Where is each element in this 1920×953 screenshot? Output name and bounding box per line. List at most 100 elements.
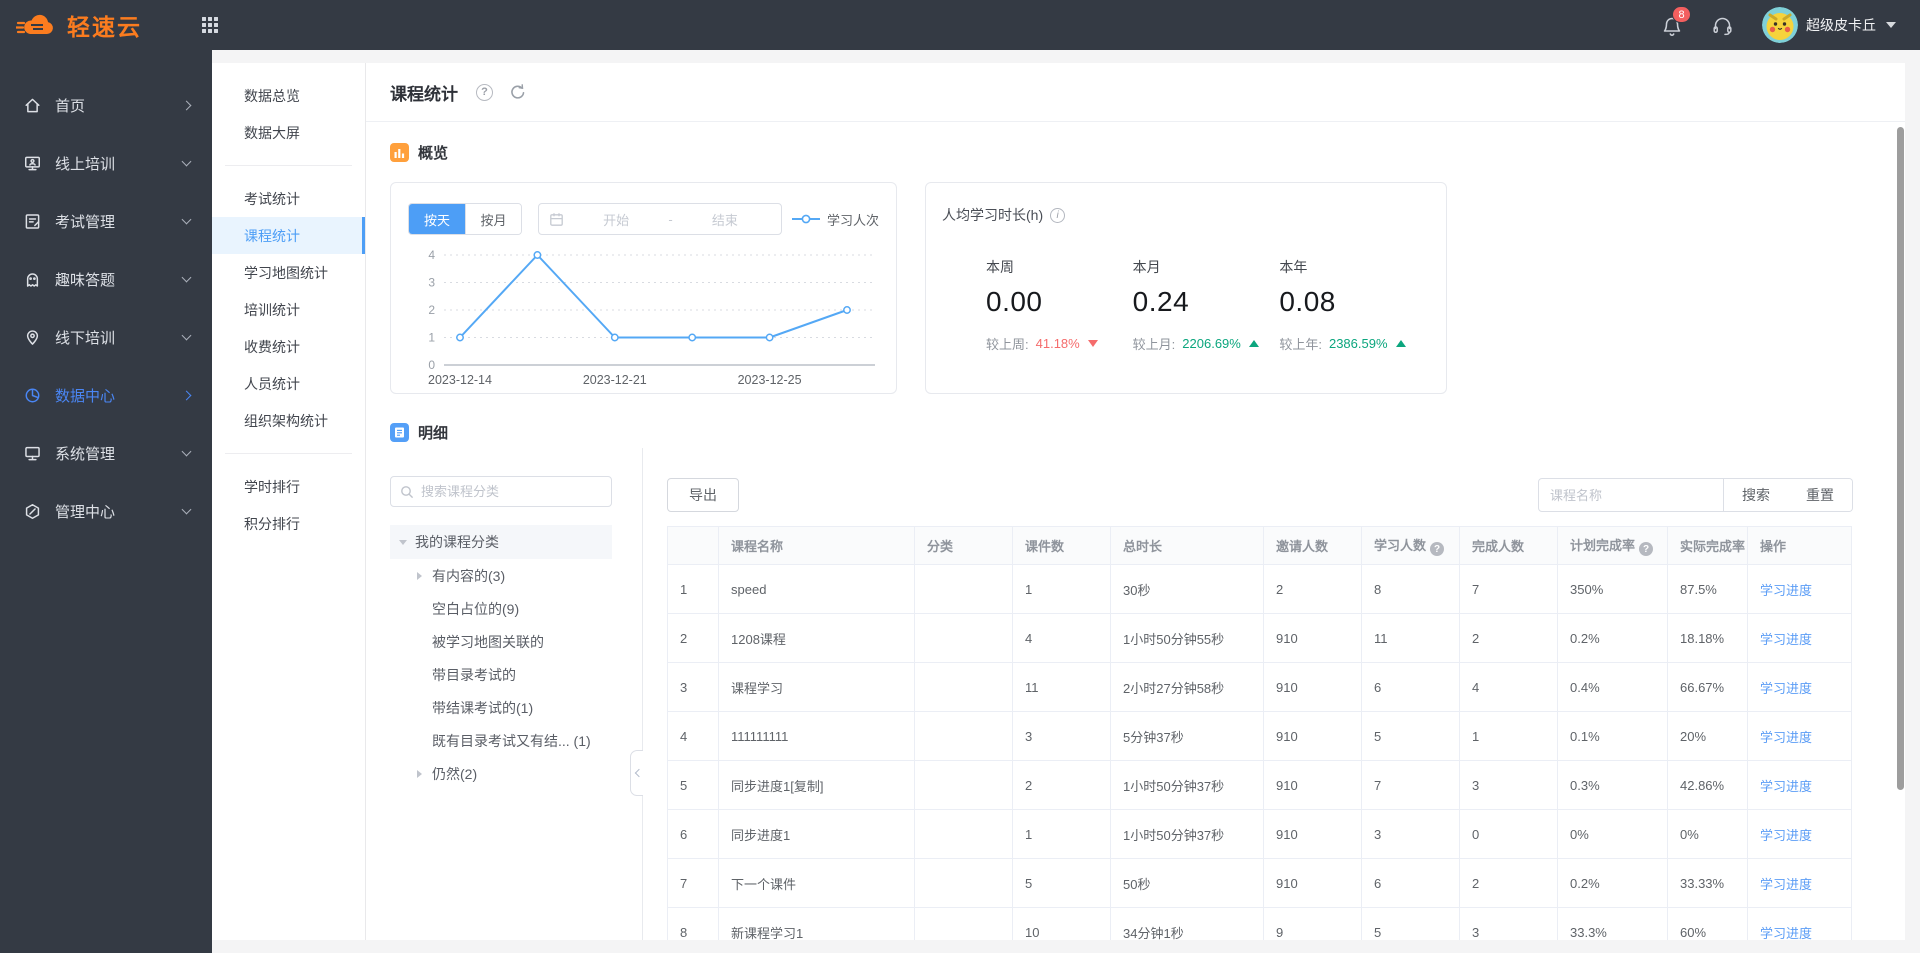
subnav-item[interactable]: 课程统计 [212,217,365,254]
caret-right-icon [417,572,422,580]
tree-item[interactable]: 有内容的(3) [390,559,612,592]
app-logo[interactable]: 轻速云 [0,8,186,42]
subnav-item[interactable]: 收费统计 [212,328,365,365]
svg-text:0: 0 [428,358,435,372]
column-header: 学习人数? [1361,526,1460,565]
overview-cards: 按天 按月 开始 - 结束 学习人次 0 1 2 3 4 2023-12-14 … [390,182,1905,394]
cell-index: 2 [667,613,719,663]
subnav-item[interactable]: 积分排行 [212,505,365,542]
subnav-item[interactable]: 人员统计 [212,365,365,402]
learning-progress-link[interactable]: 学习进度 [1760,779,1812,794]
sidebar-item[interactable]: 线上培训 [0,134,212,192]
tree-root-node[interactable]: 我的课程分类 [390,525,612,559]
cell-action: 学习进度 [1747,809,1852,859]
cell-learners: 6 [1361,662,1460,712]
tree-item[interactable]: 仍然(2) [390,757,612,790]
user-caret-icon [1886,22,1896,28]
tree-item[interactable]: 空白占位的(9) [390,592,612,625]
cell-completed: 3 [1459,760,1558,810]
subnav-item[interactable]: 学习地图统计 [212,254,365,291]
column-header: 实际完成率? [1667,526,1748,565]
cell-action: 学习进度 [1747,907,1852,941]
subnav-item[interactable]: 数据总览 [212,77,365,114]
subnav-item[interactable]: 培训统计 [212,291,365,328]
sidebar-item-label: 数据中心 [55,387,116,405]
tree-item[interactable]: 带结课考试的(1) [390,691,612,724]
date-range-picker[interactable]: 开始 - 结束 [538,203,782,235]
refresh-icon[interactable] [509,83,527,101]
learning-progress-link[interactable]: 学习进度 [1760,632,1812,647]
help-icon[interactable]: ? [476,83,493,101]
cell-actual-rate: 0% [1667,809,1748,859]
search-icon [400,485,414,499]
tree-item[interactable]: 既有目录考试又有结... (1) [390,724,612,757]
detail-body: 我的课程分类 有内容的(3) 空白占位的(9) [366,448,1905,940]
table-row: 7 下一个课件 5 50秒 910 6 2 0.2% 33.33% 学习进度 [667,858,1852,908]
svg-text:2023-12-21: 2023-12-21 [583,373,647,387]
cell-invited: 910 [1263,711,1362,761]
cell-actual-rate: 33.33% [1667,858,1748,908]
subnav-item-label: 数据总览 [244,87,300,104]
search-button[interactable]: 搜索 [1724,479,1788,511]
course-table-pane: 导出 搜索 重置 ? [630,448,1905,941]
granularity-tab[interactable]: 按月 [465,204,521,234]
sidebar-item[interactable]: 系统管理 [0,424,212,482]
column-help-icon[interactable]: ? [1639,542,1654,557]
export-button[interactable]: 导出 [667,478,739,512]
learning-progress-link[interactable]: 学习进度 [1760,583,1812,598]
cell-courseware-count: 10 [1012,907,1111,940]
tree-item[interactable]: 带目录考试的 [390,658,612,691]
sidebar-item[interactable]: 数据中心 [0,366,212,424]
tree-item[interactable]: 被学习地图关联的 [390,625,612,658]
subnav-divider[interactable] [225,165,352,166]
cell-learners: 6 [1361,858,1460,908]
info-icon[interactable]: i [1050,207,1066,223]
vertical-scrollbar[interactable] [1897,127,1904,790]
learning-progress-link[interactable]: 学习进度 [1760,877,1812,892]
sidebar-item[interactable]: 首页 [0,76,212,134]
apps-grid-icon[interactable] [202,17,218,33]
svg-text:4: 4 [428,248,435,262]
tree-collapse-handle[interactable] [630,750,643,796]
learning-progress-link[interactable]: 学习进度 [1760,681,1812,696]
subnav-item[interactable]: 考试统计 [212,180,365,217]
cell-invited: 910 [1263,858,1362,908]
stat-block: 本周 0.00 较上周: 41.18% [986,257,1133,353]
sidebar-item-label: 趣味答题 [55,271,116,289]
cell-courseware-count: 1 [1012,564,1111,614]
date-separator: - [668,211,673,227]
primary-sidebar: 首页 线上培训 考试管理 趣味答题 线下培训 数据中心 系统管理 管理中心 [0,50,212,953]
learning-progress-link[interactable]: 学习进度 [1760,730,1812,745]
user-menu[interactable]: 超级皮卡丘 [1762,7,1896,43]
tree-search [390,476,612,507]
chevron-icon [181,100,192,110]
sidebar-item[interactable]: 考试管理 [0,192,212,250]
cell-category [914,809,1013,859]
course-name-input[interactable] [1538,478,1724,512]
overview-section-title: 概览 [418,144,449,162]
reset-button[interactable]: 重置 [1788,479,1852,511]
sidebar-item[interactable]: 管理中心 [0,482,212,540]
sidebar-item-label: 考试管理 [55,213,116,231]
cell-course-name: 下一个课件 [718,858,915,908]
subnav-divider[interactable] [225,453,352,454]
sidebar-item[interactable]: 趣味答题 [0,250,212,308]
subnav-item[interactable]: 数据大屏 [212,114,365,151]
column-help-icon[interactable]: ? [1430,542,1445,557]
logo-text: 轻速云 [67,14,142,40]
sidebar-item[interactable]: 线下培训 [0,308,212,366]
cell-plan-rate: 0.4% [1557,662,1668,712]
cell-completed: 2 [1459,858,1558,908]
learning-progress-link[interactable]: 学习进度 [1760,926,1812,941]
cell-total-duration: 2小时27分钟58秒 [1110,662,1264,712]
learning-progress-link[interactable]: 学习进度 [1760,828,1812,843]
tree-item-label: 被学习地图关联的 [432,633,544,650]
subnav-item[interactable]: 组织架构统计 [212,402,365,439]
support-headset[interactable] [1711,14,1734,37]
tree-search-input[interactable] [421,484,602,499]
subnav-item[interactable]: 学时排行 [212,468,365,505]
table-row: 3 课程学习 11 2小时27分钟58秒 910 6 4 0.4% 66.67% [667,662,1852,712]
notification-bell[interactable]: 8 [1661,6,1691,36]
granularity-tab[interactable]: 按天 [409,204,465,234]
granularity-tabs: 按天 按月 [408,203,522,235]
